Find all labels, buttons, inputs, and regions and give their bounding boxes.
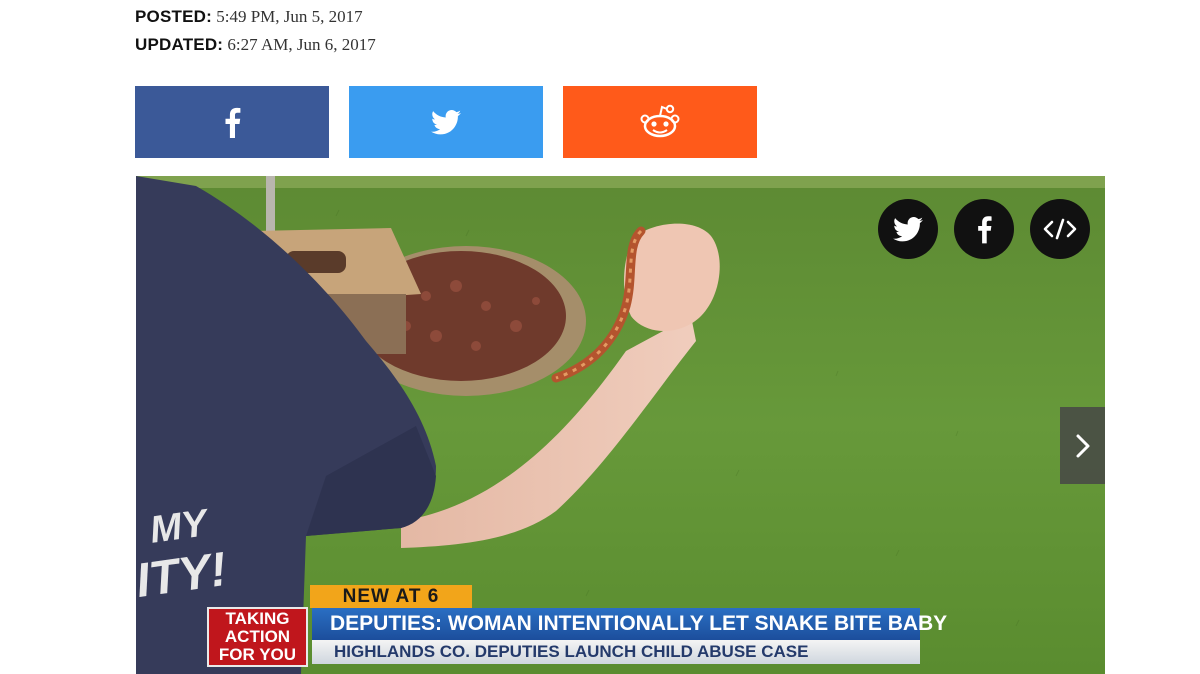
twitter-icon	[431, 109, 461, 134]
reddit-icon	[640, 104, 680, 138]
updated-timestamp: UPDATED: 6:27 AM, Jun 6, 2017	[135, 35, 376, 55]
lower-third-subheadline: HIGHLANDS CO. DEPUTIES LAUNCH CHILD ABUS…	[312, 640, 920, 664]
share-facebook-button[interactable]	[135, 86, 329, 158]
facebook-icon	[225, 107, 241, 138]
embed-code-icon	[1043, 218, 1077, 240]
posted-timestamp: POSTED: 5:49 PM, Jun 5, 2017	[135, 7, 363, 27]
taking-action-line1: TAKING	[225, 609, 290, 628]
video-player[interactable]: MY ITY!	[136, 176, 1105, 674]
chevron-right-icon	[1076, 434, 1089, 457]
updated-label: UPDATED:	[135, 35, 224, 54]
twitter-icon	[893, 216, 923, 241]
new-at-6-tag: NEW AT 6	[310, 585, 472, 608]
taking-action-line3: FOR YOU	[218, 645, 297, 664]
share-reddit-button[interactable]	[563, 86, 757, 158]
taking-action-line2: ACTION	[224, 627, 291, 646]
facebook-icon	[978, 216, 992, 244]
posted-label: POSTED:	[135, 7, 212, 26]
posted-value: 5:49 PM, Jun 5, 2017	[211, 7, 363, 26]
taking-action-logo: TAKING ACTION FOR YOU	[207, 607, 308, 667]
video-share-twitter-button[interactable]	[878, 199, 938, 259]
video-embed-button[interactable]	[1030, 199, 1090, 259]
video-share-facebook-button[interactable]	[954, 199, 1014, 259]
video-frame	[136, 176, 1105, 674]
lower-third-headline: DEPUTIES: WOMAN INTENTIONALLY LET SNAKE …	[312, 608, 947, 640]
video-next-button[interactable]	[1060, 407, 1105, 484]
updated-value: 6:27 AM, Jun 6, 2017	[223, 35, 376, 54]
share-twitter-button[interactable]	[349, 86, 543, 158]
